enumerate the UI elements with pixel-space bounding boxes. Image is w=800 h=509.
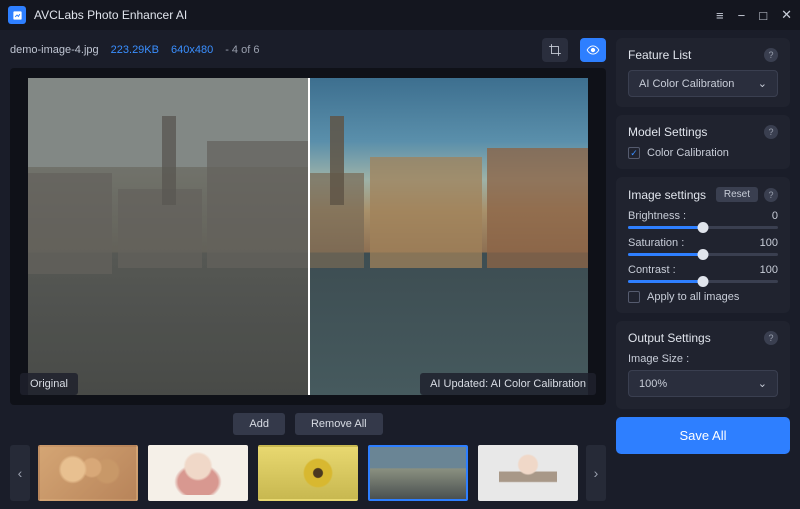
maximize-icon[interactable]: □ <box>759 8 767 23</box>
thumb-next-button[interactable]: › <box>586 445 606 501</box>
file-position: - 4 of 6 <box>225 44 259 56</box>
original-half <box>28 78 308 395</box>
compare-divider[interactable] <box>308 78 310 395</box>
model-settings-panel: Model Settings ? Color Calibration <box>616 115 790 169</box>
output-settings-panel: Output Settings ? Image Size : 100% ⌄ <box>616 321 790 409</box>
checkbox-label: Color Calibration <box>647 147 729 159</box>
file-info-bar: demo-image-4.jpg 223.29KB 640x480 - 4 of… <box>10 38 606 62</box>
image-size-select[interactable]: 100% ⌄ <box>628 370 778 397</box>
menu-icon[interactable]: ≡ <box>716 8 724 23</box>
save-all-button[interactable]: Save All <box>616 417 790 454</box>
original-tag: Original <box>20 373 78 395</box>
dimensions: 640x480 <box>171 44 213 56</box>
thumbnail[interactable] <box>258 445 358 501</box>
thumbnail-strip: ‹ › <box>10 441 606 505</box>
app-logo <box>8 6 26 24</box>
help-icon[interactable]: ? <box>764 48 778 62</box>
thumbnail[interactable] <box>478 445 578 501</box>
titlebar: AVCLabs Photo Enhancer AI ≡ − □ ✕ <box>0 0 800 30</box>
slider-track[interactable] <box>628 226 778 229</box>
slider-value: 100 <box>760 237 778 249</box>
slider-row: Saturation : 100 <box>628 237 778 256</box>
slider-label: Saturation : <box>628 237 684 249</box>
color-calibration-checkbox[interactable]: Color Calibration <box>628 147 778 159</box>
crop-icon <box>548 43 562 57</box>
image-size-value: 100% <box>639 378 667 390</box>
filesize: 223.29KB <box>111 44 159 56</box>
remove-all-button[interactable]: Remove All <box>295 413 383 435</box>
thumbnail[interactable] <box>148 445 248 501</box>
slider-track[interactable] <box>628 253 778 256</box>
feature-list-panel: Feature List ? AI Color Calibration ⌄ <box>616 38 790 107</box>
reset-button[interactable]: Reset <box>716 187 758 202</box>
add-button[interactable]: Add <box>233 413 285 435</box>
thumb-prev-button[interactable]: ‹ <box>10 445 30 501</box>
eye-icon <box>586 43 600 57</box>
checkbox-icon <box>628 147 640 159</box>
help-icon[interactable]: ? <box>764 331 778 345</box>
slider-label: Contrast : <box>628 264 676 276</box>
image-settings-panel: Image settings Reset ? Brightness : 0 Satu… <box>616 177 790 313</box>
ai-half <box>308 78 588 395</box>
slider-label: Brightness : <box>628 210 686 222</box>
chevron-down-icon: ⌄ <box>758 377 767 390</box>
image-size-label: Image Size : <box>628 353 778 365</box>
ai-updated-tag: AI Updated: AI Color Calibration <box>420 373 596 395</box>
compare-view[interactable] <box>28 78 588 395</box>
apply-all-checkbox[interactable]: Apply to all images <box>628 291 778 303</box>
slider-value: 100 <box>760 264 778 276</box>
close-icon[interactable]: ✕ <box>781 7 792 23</box>
output-settings-title: Output Settings <box>628 331 711 345</box>
preview-area: Original AI Updated: AI Color Calibratio… <box>10 68 606 405</box>
minimize-icon[interactable]: − <box>738 8 746 23</box>
image-settings-title: Image settings <box>628 188 706 202</box>
feature-select[interactable]: AI Color Calibration ⌄ <box>628 70 778 97</box>
thumbnail[interactable] <box>368 445 468 501</box>
feature-selected: AI Color Calibration <box>639 78 734 90</box>
slider-track[interactable] <box>628 280 778 283</box>
app-title: AVCLabs Photo Enhancer AI <box>34 8 716 22</box>
help-icon[interactable]: ? <box>764 188 778 202</box>
checkbox-label: Apply to all images <box>647 291 739 303</box>
filename: demo-image-4.jpg <box>10 44 99 56</box>
model-settings-title: Model Settings <box>628 125 707 139</box>
feature-list-title: Feature List <box>628 48 691 62</box>
chevron-down-icon: ⌄ <box>758 77 767 90</box>
slider-row: Contrast : 100 <box>628 264 778 283</box>
preview-toggle-button[interactable] <box>580 38 606 62</box>
help-icon[interactable]: ? <box>764 125 778 139</box>
crop-button[interactable] <box>542 38 568 62</box>
slider-value: 0 <box>772 210 778 222</box>
thumbnail[interactable] <box>38 445 138 501</box>
slider-row: Brightness : 0 <box>628 210 778 229</box>
checkbox-icon <box>628 291 640 303</box>
